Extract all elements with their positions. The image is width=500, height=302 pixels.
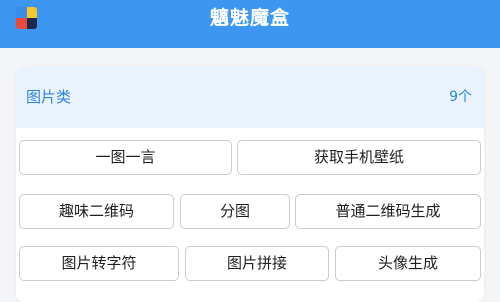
tool-button-image-to-text[interactable]: 图片转字符 [19,246,179,281]
tool-button-yituyiyan[interactable]: 一图一言 [19,140,232,175]
tool-button-qrcode-generate[interactable]: 普通二维码生成 [295,194,481,229]
category-header[interactable]: 图片类 9个 [16,66,484,128]
tool-button-split-image[interactable]: 分图 [180,194,290,229]
tool-button-avatar-generate[interactable]: 头像生成 [335,246,481,281]
category-title: 图片类 [26,88,72,106]
tool-button-phone-wallpaper[interactable]: 获取手机壁纸 [237,140,481,175]
tool-button-image-stitch[interactable]: 图片拼接 [185,246,329,281]
app-title: 魑魅魔盒 [209,7,290,29]
tool-button-fun-qrcode[interactable]: 趣味二维码 [19,194,174,229]
app-header: 魑魅魔盒 [0,0,500,48]
category-count: 9个 [449,89,472,105]
